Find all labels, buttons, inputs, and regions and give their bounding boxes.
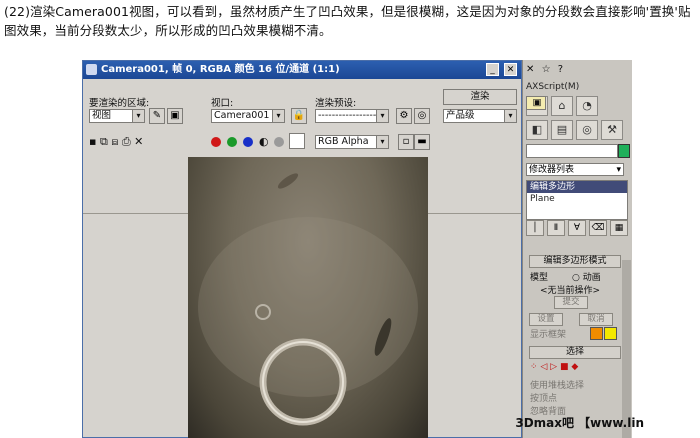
stack-item-edit-poly[interactable]: 编辑多边形 bbox=[527, 181, 627, 193]
preset-label: 渲染预设: bbox=[315, 98, 357, 109]
chevron-down-icon: ▾ bbox=[504, 110, 516, 122]
alpha-toggle[interactable]: ◐ bbox=[259, 135, 269, 148]
watermark-text: 3Dmax吧 【www.lin bbox=[515, 416, 644, 430]
settings-button[interactable]: 设置 bbox=[529, 313, 563, 326]
display-tab-icon[interactable]: ◧ bbox=[526, 120, 548, 140]
close-button[interactable]: ✕ bbox=[504, 63, 517, 76]
quality-dropdown[interactable]: 产品级 ▾ bbox=[443, 109, 517, 123]
auto-region-icon[interactable]: ▣ bbox=[167, 108, 183, 124]
render-setup-icon[interactable]: ⚙ bbox=[396, 108, 412, 124]
frame-toolbar-icons[interactable]: ▪ ⧉ ⧈ ⎙ ✕ bbox=[89, 135, 143, 149]
caption-text: (22)渲染Camera001视图，可以看到，虽然材质产生了凹凸效果，但是很模糊… bbox=[4, 4, 691, 38]
stack-tools: │ Ⅱ ∀ ⌫ ▦ bbox=[526, 220, 628, 236]
hammer-icon[interactable]: ⚒ bbox=[601, 120, 623, 140]
edit-region-icon[interactable]: ✎ bbox=[149, 108, 165, 124]
green-channel-toggle[interactable] bbox=[227, 137, 237, 147]
mono-toggle[interactable] bbox=[274, 137, 284, 147]
software-screenshot: ✕ ☆ ? AXScript(M) ✹ ⌂ ▣ ◔ ◧ ▤ ◎ ⚒ 修改器列表 … bbox=[82, 60, 632, 438]
render-scene bbox=[198, 173, 418, 426]
frame-toggle-icon[interactable]: ▬ bbox=[414, 134, 430, 150]
motion-tab-icon[interactable]: ◔ bbox=[576, 96, 598, 116]
rendered-image bbox=[188, 157, 428, 438]
by-vertex-option[interactable]: 按顶点 bbox=[530, 391, 557, 404]
modifier-list-dropdown[interactable]: 修改器列表 bbox=[526, 163, 624, 177]
panel-scrollbar[interactable] bbox=[622, 260, 631, 438]
x-icon[interactable]: ✕ bbox=[526, 64, 534, 75]
make-unique-icon[interactable]: ∀ bbox=[568, 220, 586, 236]
app-icon bbox=[86, 64, 97, 75]
clone-icon: ⧈ bbox=[111, 135, 119, 148]
environment-icon[interactable]: ◎ bbox=[414, 108, 430, 124]
anim-radio-label[interactable]: ○ 动画 bbox=[572, 270, 601, 283]
lock-icon[interactable]: 🔒 bbox=[291, 108, 307, 124]
rollout-selection[interactable]: 选择 bbox=[529, 346, 621, 359]
window-titlebar: Camera001, 帧 0, RGBA 颜色 16 位/通道 (1:1) _ … bbox=[83, 61, 521, 79]
panel-tab-icons: ✹ ⌂ ▣ ◔ bbox=[526, 96, 598, 116]
viewport-dropdown[interactable]: Camera001 ▾ bbox=[211, 109, 285, 123]
minimize-button[interactable]: _ bbox=[486, 63, 499, 76]
hierarchy-tab-icon[interactable]: ▣ bbox=[526, 96, 546, 110]
pin-stack-icon[interactable]: │ bbox=[526, 220, 544, 236]
maxscript-menu[interactable]: AXScript(M) bbox=[526, 82, 579, 92]
cage-color-swatch-1[interactable] bbox=[590, 327, 603, 340]
commit-button[interactable]: 提交 bbox=[554, 296, 588, 309]
blue-channel-toggle[interactable] bbox=[243, 137, 253, 147]
panel-tab-icons-2: ◧ ▤ ◎ ⚒ bbox=[526, 120, 623, 140]
render-button[interactable]: 渲染 bbox=[443, 89, 517, 105]
preset-dropdown[interactable]: ------------------- ▾ bbox=[315, 109, 389, 123]
modifier-stack: 编辑多边形 Plane bbox=[526, 180, 628, 220]
modify-tab-icon[interactable]: ⌂ bbox=[551, 96, 573, 116]
area-label: 要渲染的区域: bbox=[89, 98, 150, 109]
subobject-icons[interactable]: ⁘ ◁ ▷ ■ ◆ bbox=[530, 362, 578, 372]
channel-dropdown[interactable]: RGB Alpha ▾ bbox=[315, 135, 389, 149]
current-op-text: <无当前操作> bbox=[540, 286, 601, 296]
window-title: Camera001, 帧 0, RGBA 颜色 16 位/通道 (1:1) bbox=[101, 64, 340, 75]
sand-highlight bbox=[198, 217, 418, 397]
show-cage-label[interactable]: 显示框架 bbox=[530, 327, 566, 340]
viewport-label: 视口: bbox=[211, 98, 234, 109]
star-icon[interactable]: ☆ bbox=[542, 64, 551, 75]
remove-modifier-icon[interactable]: ⌫ bbox=[589, 220, 607, 236]
print-icon: ⎙ bbox=[121, 135, 131, 148]
small-feather bbox=[277, 173, 299, 189]
chevron-down-icon: ▾ bbox=[376, 136, 388, 148]
circle-tab-icon[interactable]: ◎ bbox=[576, 120, 598, 140]
use-stack-selection[interactable]: 使用堆栈选择 bbox=[530, 378, 584, 391]
stack-item-plane[interactable]: Plane bbox=[527, 193, 627, 205]
display-toggle-icon[interactable]: ▫ bbox=[398, 134, 414, 150]
rendered-frame-window: Camera001, 帧 0, RGBA 颜色 16 位/通道 (1:1) _ … bbox=[82, 60, 522, 438]
help-icon[interactable]: ? bbox=[558, 64, 563, 75]
show-end-icon[interactable]: Ⅱ bbox=[547, 220, 565, 236]
chevron-down-icon: ▾ bbox=[132, 110, 144, 122]
cancel-button[interactable]: 取消 bbox=[579, 313, 613, 326]
save-icon: ▪ bbox=[89, 135, 97, 148]
radio-icon: ○ bbox=[572, 273, 583, 283]
object-name-field[interactable] bbox=[526, 144, 618, 158]
rollout-edit-poly-mode[interactable]: 编辑多边形模式 bbox=[529, 255, 621, 268]
utility-tab-icon[interactable]: ▤ bbox=[551, 120, 573, 140]
chevron-down-icon: ▾ bbox=[272, 110, 284, 122]
clear-icon: ✕ bbox=[134, 135, 144, 148]
configure-icon[interactable]: ▦ bbox=[610, 220, 628, 236]
red-channel-toggle[interactable] bbox=[211, 137, 221, 147]
chevron-down-icon: ▾ bbox=[376, 110, 388, 122]
copy-icon: ⧉ bbox=[99, 135, 108, 148]
object-color-swatch[interactable] bbox=[618, 144, 630, 158]
area-dropdown[interactable]: 视图 ▾ bbox=[89, 109, 145, 123]
background-swatch[interactable] bbox=[289, 133, 305, 149]
cage-color-swatch-2[interactable] bbox=[604, 327, 617, 340]
panel-toolbar: ✕ ☆ ? bbox=[526, 64, 567, 75]
model-label: 模型 bbox=[530, 273, 549, 283]
